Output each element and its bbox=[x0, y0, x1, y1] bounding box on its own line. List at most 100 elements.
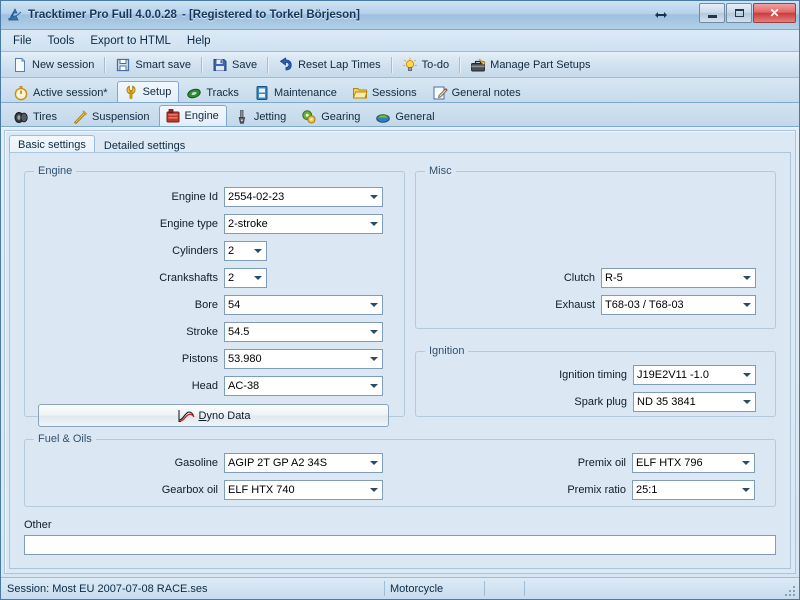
chevron-down-icon[interactable] bbox=[739, 269, 755, 287]
subtab-gearing[interactable]: Gearing bbox=[295, 107, 368, 126]
gasoline-combo[interactable]: AGIP 2T GP A2 34S bbox=[224, 453, 383, 473]
save-button[interactable]: Save bbox=[206, 54, 263, 75]
bore-label: Bore bbox=[194, 299, 218, 311]
menu-item-export-to-html[interactable]: Export to HTML bbox=[82, 32, 179, 50]
title-bar[interactable]: Tracktimer Pro Full 4.0.0.28 - [Register… bbox=[1, 1, 799, 30]
chevron-down-icon[interactable] bbox=[366, 323, 382, 341]
premix-ratio-combo[interactable]: 25:1 bbox=[632, 480, 755, 500]
chevron-down-icon[interactable] bbox=[366, 350, 382, 368]
subtab-jetting-label: Jetting bbox=[253, 111, 287, 123]
cylinders-combo[interactable]: 2 bbox=[224, 241, 267, 261]
menu-item-help[interactable]: Help bbox=[179, 32, 219, 50]
toolbar: New session Smart save Save Reset Lap Ti… bbox=[1, 52, 799, 78]
basic-settings-pane: Engine Engine Id 2554-02-23 Engine type … bbox=[9, 152, 791, 569]
chevron-down-icon[interactable] bbox=[366, 215, 382, 233]
manage-part-setups-button[interactable]: Manage Part Setups bbox=[464, 54, 596, 75]
tab-maintenance[interactable]: Maintenance bbox=[248, 83, 345, 102]
sub-tab-strip: Tires Suspension Engine Jetting Gearing … bbox=[1, 103, 799, 127]
pistons-combo[interactable]: 53.980 bbox=[224, 349, 383, 369]
subtab-suspension-label: Suspension bbox=[92, 111, 150, 123]
jetting-icon bbox=[234, 109, 250, 125]
crankshafts-combo[interactable]: 2 bbox=[224, 268, 267, 288]
status-cell-4 bbox=[524, 581, 784, 596]
premix-oil-combo[interactable]: ELF HTX 796 bbox=[632, 453, 755, 473]
folder-icon bbox=[352, 85, 368, 101]
application-window: Tracktimer Pro Full 4.0.0.28 - [Register… bbox=[0, 0, 800, 600]
stroke-value: 54.5 bbox=[228, 326, 250, 338]
toolbar-separator bbox=[390, 56, 392, 73]
tab-sessions[interactable]: Sessions bbox=[346, 83, 425, 102]
close-icon: ✕ bbox=[769, 6, 780, 20]
exhaust-combo[interactable]: T68-03 / T68-03 bbox=[601, 295, 756, 315]
minimize-icon bbox=[707, 14, 717, 18]
subtab-engine-label: Engine bbox=[184, 110, 219, 122]
pistons-label: Pistons bbox=[181, 353, 218, 365]
chevron-down-icon[interactable] bbox=[739, 296, 755, 314]
maximize-button[interactable] bbox=[726, 3, 752, 23]
engine-type-combo[interactable]: 2-stroke bbox=[224, 214, 383, 234]
stroke-label: Stroke bbox=[186, 326, 218, 338]
tab-active-session-label: Active session* bbox=[33, 87, 108, 99]
dyno-data-button[interactable]: Dyno Data bbox=[38, 404, 389, 427]
crankshafts-label: Crankshafts bbox=[159, 272, 218, 284]
subtab-general-label: General bbox=[395, 111, 435, 123]
engine-icon bbox=[165, 108, 181, 124]
new-session-button[interactable]: New session bbox=[6, 54, 100, 75]
ignition-timing-value: J19E2V11 -1.0 bbox=[637, 369, 709, 381]
chevron-down-icon[interactable] bbox=[739, 366, 755, 384]
chevron-down-icon[interactable] bbox=[738, 454, 754, 472]
toolbar-separator bbox=[459, 56, 461, 73]
tab-maintenance-label: Maintenance bbox=[273, 87, 337, 99]
chevron-down-icon[interactable] bbox=[366, 481, 382, 499]
tab-tracks[interactable]: Tracks bbox=[180, 83, 247, 102]
chevron-down-icon[interactable] bbox=[366, 454, 382, 472]
reset-lap-times-label: Reset Lap Times bbox=[298, 58, 381, 71]
subtab-jetting[interactable]: Jetting bbox=[228, 107, 294, 126]
chevron-down-icon[interactable] bbox=[366, 296, 382, 314]
clutch-combo[interactable]: R-5 bbox=[601, 268, 756, 288]
chevron-down-icon[interactable] bbox=[738, 481, 754, 499]
smart-save-button[interactable]: Smart save bbox=[109, 54, 197, 75]
chevron-down-icon[interactable] bbox=[366, 188, 382, 206]
chevron-down-icon[interactable] bbox=[739, 393, 755, 411]
status-session: Session: Most EU 2007-07-08 RACE.ses bbox=[7, 582, 208, 595]
other-input[interactable] bbox=[24, 535, 776, 555]
todo-button[interactable]: To-do bbox=[396, 54, 456, 75]
bore-combo[interactable]: 54 bbox=[224, 295, 383, 315]
subtab-suspension[interactable]: Suspension bbox=[66, 107, 158, 126]
chevron-down-icon[interactable] bbox=[366, 377, 382, 395]
window-controls: ✕ bbox=[699, 3, 796, 23]
subtab-general[interactable]: General bbox=[369, 107, 442, 126]
resize-grip-icon[interactable] bbox=[784, 585, 796, 597]
status-bar: Session: Most EU 2007-07-08 RACE.ses Mot… bbox=[1, 577, 799, 599]
ignition-timing-label: Ignition timing bbox=[559, 369, 627, 381]
stroke-combo[interactable]: 54.5 bbox=[224, 322, 383, 342]
misc-group: Misc Clutch R-5 Exhaust T68-03 / T68-03 bbox=[415, 165, 776, 329]
menu-item-tools[interactable]: Tools bbox=[40, 32, 83, 50]
page-body: Basic settings Detailed settings Engine … bbox=[1, 127, 799, 577]
engine-id-combo[interactable]: 2554-02-23 bbox=[224, 187, 383, 207]
subtab-tires[interactable]: Tires bbox=[7, 107, 65, 126]
tab-setup[interactable]: Setup bbox=[116, 81, 180, 102]
engine-type-value: 2-stroke bbox=[228, 218, 268, 230]
reset-lap-times-button[interactable]: Reset Lap Times bbox=[272, 54, 387, 75]
exhaust-label: Exhaust bbox=[555, 299, 595, 311]
subtab-engine[interactable]: Engine bbox=[158, 105, 227, 126]
premix-oil-value: ELF HTX 796 bbox=[636, 457, 703, 469]
head-combo[interactable]: AC-38 bbox=[224, 376, 383, 396]
tab-general-notes[interactable]: General notes bbox=[426, 83, 529, 102]
spark-plug-combo[interactable]: ND 35 3841 bbox=[633, 392, 756, 412]
minimize-button[interactable] bbox=[699, 3, 725, 23]
suspension-icon bbox=[72, 109, 88, 125]
ignition-timing-combo[interactable]: J19E2V11 -1.0 bbox=[633, 365, 756, 385]
menu-item-file[interactable]: File bbox=[5, 32, 40, 50]
todo-label: To-do bbox=[421, 58, 450, 71]
new-document-icon bbox=[12, 57, 28, 73]
gearbox-oil-combo[interactable]: ELF HTX 740 bbox=[224, 480, 383, 500]
tab-active-session[interactable]: Active session* bbox=[7, 83, 116, 102]
engine-id-value: 2554-02-23 bbox=[228, 191, 285, 203]
chevron-down-icon[interactable] bbox=[250, 269, 266, 287]
other-label: Other bbox=[24, 519, 52, 531]
chevron-down-icon[interactable] bbox=[250, 242, 266, 260]
close-button[interactable]: ✕ bbox=[753, 3, 796, 23]
